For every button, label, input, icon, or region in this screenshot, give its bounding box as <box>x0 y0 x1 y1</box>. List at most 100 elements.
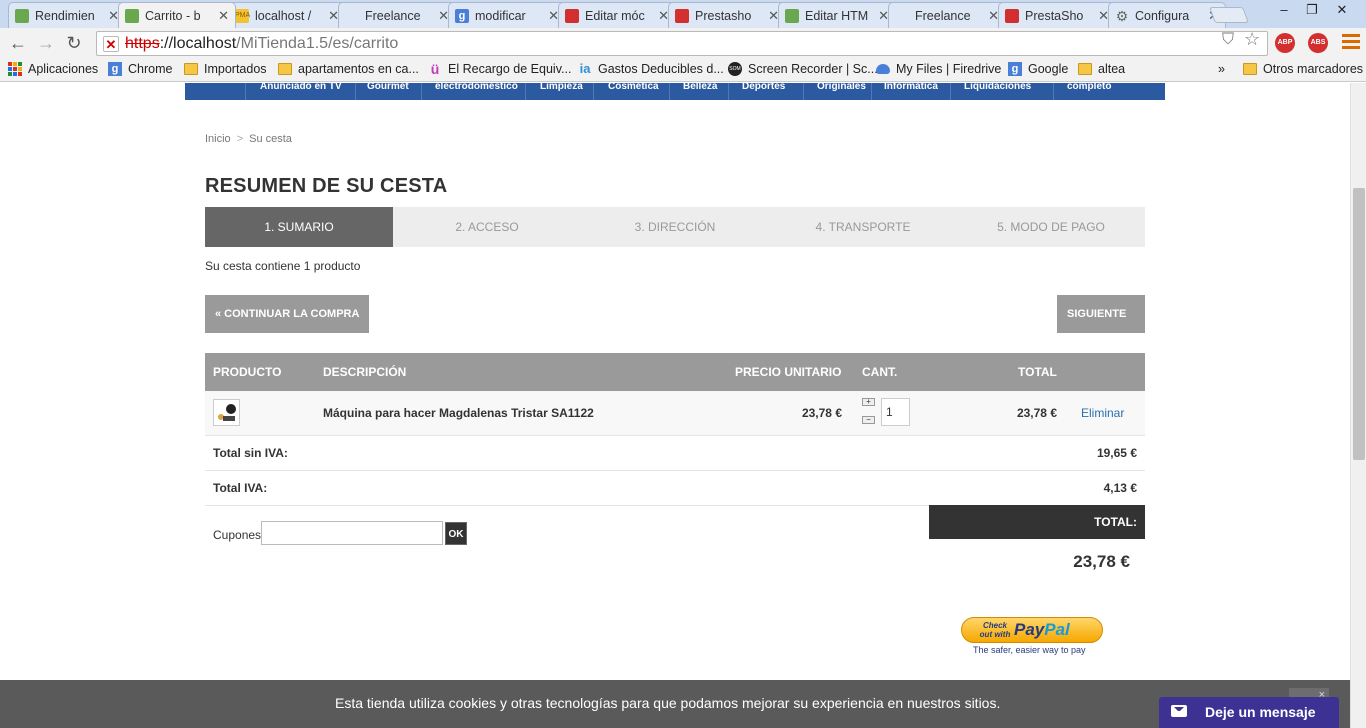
minimize-button[interactable]: – <box>1270 0 1298 22</box>
breadcrumb-separator: > <box>236 133 244 145</box>
envelope-icon <box>1171 705 1187 717</box>
page-viewport: Anunciado en TV Gourmet electrodoméstico… <box>0 83 1350 728</box>
address-bar[interactable]: ✕ https://localhost/MiTienda1.5/es/carri… <box>96 31 1268 56</box>
scrollbar-thumb[interactable] <box>1353 188 1365 460</box>
nav-item-belleza[interactable]: Belleza <box>683 83 717 92</box>
url-host: ://localhost <box>159 34 237 52</box>
tab-carrito[interactable]: Carrito - b ✕ <box>118 2 236 28</box>
folder-icon <box>1243 63 1257 75</box>
close-icon[interactable]: ✕ <box>218 8 229 24</box>
bookmark-gastos[interactable]: ia Gastos Deducibles d... <box>578 61 724 77</box>
tab-modificar[interactable]: g modificar ✕ <box>448 2 566 28</box>
nav-item-completo[interactable]: completo <box>1067 83 1111 92</box>
col-description: DESCRIPCIÓN <box>323 365 407 379</box>
maximize-button[interactable]: ❐ <box>1298 0 1326 22</box>
next-step-button[interactable]: SIGUIENTE » <box>1057 295 1145 358</box>
tab-rendimiento[interactable]: Rendimien ✕ <box>8 2 126 28</box>
nav-item-liquidaciones[interactable]: Liquidaciones <box>964 83 1031 92</box>
browser-toolbar: ← → ↻ ✕ https://localhost/MiTienda1.5/es… <box>0 28 1366 58</box>
coupon-input[interactable] <box>261 521 443 545</box>
tab-editar-modulo[interactable]: Editar móc ✕ <box>558 2 676 28</box>
product-name[interactable]: Máquina para hacer Magdalenas Tristar SA… <box>323 406 594 420</box>
tab-strip: Rendimien ✕ Carrito - b ✕ PMA localhost / ✕ … <box>0 0 1366 28</box>
quantity-plus-button[interactable]: + <box>862 398 875 406</box>
nav-divider <box>525 83 526 100</box>
tab-localhost[interactable]: PMA localhost / ✕ <box>228 2 346 28</box>
bookmark-recargo[interactable]: ü El Recargo de Equiv... <box>428 62 572 76</box>
cloud-icon <box>876 64 890 74</box>
youtube-icon <box>565 8 579 23</box>
line-total: 23,78 € <box>1016 406 1057 420</box>
cart-table: PRODUCTO DESCRIPCIÓN PRECIO UNITARIO CAN… <box>205 353 1145 506</box>
continue-shopping-button[interactable]: « CONTINUAR LA COMPRA <box>205 295 370 333</box>
page-scrollbar[interactable] <box>1350 83 1366 728</box>
tab-freelance-1[interactable]: Freelance ✕ <box>338 2 456 28</box>
coupon-ok-button[interactable]: OK <box>445 522 467 545</box>
tab-prestashop-2[interactable]: PrestaSho ✕ <box>998 2 1116 28</box>
window-close-button[interactable]: ✕ <box>1328 0 1356 22</box>
bookmark-otros[interactable]: Otros marcadores <box>1243 62 1363 76</box>
cart-count-text: Su cesta contiene 1 producto <box>205 259 361 273</box>
bookmark-apartamentos[interactable]: apartamentos en ca... <box>278 62 419 76</box>
tab-configuracion[interactable]: ⚙Configura✕ <box>1108 2 1226 28</box>
step-modo-pago[interactable]: 5. MODO DE PAGO <box>957 207 1145 247</box>
new-tab-button[interactable] <box>1209 7 1249 23</box>
bookmark-google[interactable]: g Google <box>1008 62 1068 76</box>
adblock-plus-icon[interactable]: ABP <box>1275 33 1295 53</box>
abs-extension-icon[interactable]: ABS <box>1308 33 1328 53</box>
paypal-checkout-button[interactable]: Check out with PayPal <box>961 617 1103 643</box>
star-icon[interactable]: ☆ <box>1244 29 1260 50</box>
nav-item-limpieza[interactable]: Limpieza <box>540 83 583 92</box>
bookmark-firedrive[interactable]: My Files | Firedrive <box>876 62 1001 76</box>
breadcrumb-home[interactable]: Inicio <box>205 133 231 145</box>
remove-item-link[interactable]: Eliminar <box>1081 406 1124 420</box>
col-total: TOTAL <box>1018 365 1057 379</box>
product-thumbnail[interactable] <box>213 399 240 426</box>
ia-icon: ia <box>579 61 591 76</box>
tab-prestashop-1[interactable]: Prestasho ✕ <box>668 2 786 28</box>
tab-editar-html[interactable]: Editar HTM ✕ <box>778 2 896 28</box>
chrome-menu-icon[interactable] <box>1342 34 1360 52</box>
nav-item-deportes[interactable]: Deportes <box>742 83 785 92</box>
nav-item-cosmetica[interactable]: Cosmética <box>608 83 659 92</box>
bookmark-aplicaciones[interactable]: Aplicaciones <box>8 62 98 76</box>
forward-arrow-icon[interactable]: → <box>34 32 58 54</box>
step-transporte[interactable]: 4. TRANSPORTE <box>769 207 957 247</box>
subtotal-value: 19,65 € <box>1096 446 1137 460</box>
subtotal-label: Total sin IVA: <box>213 446 288 460</box>
nav-divider <box>593 83 594 100</box>
step-direccion[interactable]: 3. DIRECCIÓN <box>581 207 769 247</box>
step-sumario[interactable]: 1. SUMARIO <box>205 207 393 247</box>
bookmark-chrome[interactable]: g Chrome <box>108 62 172 76</box>
bookmark-altea[interactable]: altea <box>1078 62 1125 76</box>
checkout-steps: 1. SUMARIO 2. ACCESO 3. DIRECCIÓN 4. TRA… <box>205 207 1145 247</box>
nav-divider <box>1053 83 1054 100</box>
reload-icon[interactable]: ↻ <box>62 32 86 54</box>
back-arrow-icon[interactable]: ← <box>6 32 30 54</box>
nav-item-anunciado-tv[interactable]: Anunciado en TV <box>260 83 342 92</box>
col-product: PRODUCTO <box>213 365 282 379</box>
tax-label: Total IVA: <box>213 481 268 495</box>
chat-label: Deje un mensaje <box>1205 704 1316 720</box>
step-acceso[interactable]: 2. ACCESO <box>393 207 581 247</box>
tab-freelance-2[interactable]: Freelance ✕ <box>888 2 1006 28</box>
nav-item-gourmet[interactable]: Gourmet <box>367 83 409 92</box>
green-doc-icon <box>785 8 799 23</box>
paypal-tagline: The safer, easier way to pay <box>973 645 1086 655</box>
bookmark-importados[interactable]: Importados <box>184 62 267 76</box>
nav-item-electrodomestico[interactable]: electrodoméstico <box>435 83 518 92</box>
bookmark-screen-recorder[interactable]: SOM Screen Recorder | Sc... <box>728 62 878 76</box>
google-icon: g <box>1008 62 1022 76</box>
apps-icon <box>8 62 22 76</box>
breadcrumb-current: Su cesta <box>249 133 292 145</box>
bookmarks-overflow-chevron[interactable]: » <box>1218 62 1225 76</box>
quantity-input[interactable] <box>881 398 910 426</box>
insecure-lock-icon[interactable]: ✕ <box>103 35 119 52</box>
chat-widget-button[interactable]: Deje un mensaje <box>1159 697 1339 728</box>
nav-item-informatica[interactable]: Informática <box>884 83 938 92</box>
quantity-minus-button[interactable]: − <box>862 416 875 424</box>
shield-icon[interactable]: ⛉ <box>1222 31 1234 49</box>
folder-icon <box>278 63 292 75</box>
col-quantity: CANT. <box>862 365 898 379</box>
nav-item-originales[interactable]: Originales <box>817 83 866 92</box>
